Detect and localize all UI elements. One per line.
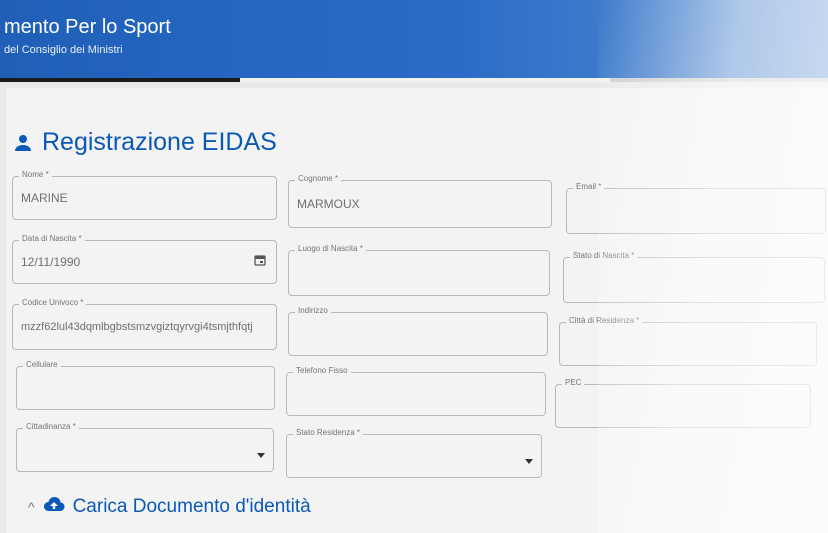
section-carica-documento[interactable]: ^ Carica Documento d'identità <box>28 496 311 518</box>
cognome-field[interactable]: Cognome * MARMOUX <box>288 174 552 228</box>
cittadinanza-label: Cittadinanza * <box>23 422 79 431</box>
email-field[interactable]: Email * <box>566 182 826 234</box>
cognome-value: MARMOUX <box>297 197 360 211</box>
cloud-upload-icon <box>43 496 65 518</box>
citta-residenza-label: Città di Residenza * <box>566 316 643 325</box>
stato-residenza-label: Stato Residenza * <box>293 428 364 437</box>
indirizzo-field[interactable]: Indirizzo <box>288 306 548 356</box>
nome-label: Nome * <box>19 170 52 179</box>
pec-field[interactable]: PEC <box>555 378 811 428</box>
section-title-text: Carica Documento d'identità <box>72 496 311 517</box>
stato-nascita-field[interactable]: Stato di Nascita * <box>563 251 825 303</box>
chevron-down-icon[interactable] <box>525 459 533 465</box>
page-title: Registrazione EIDAS <box>14 128 277 157</box>
data-nascita-field[interactable]: Data di Nascita * 12/11/1990 <box>12 234 277 284</box>
stato-nascita-label: Stato di Nascita * <box>570 251 638 260</box>
luogo-nascita-label: Luogo di Nascita * <box>295 244 366 253</box>
stato-residenza-select[interactable]: Stato Residenza * <box>286 428 542 478</box>
codice-univoco-value: mzzf62lul43dqmlbgbstsmzvgiztqyrvgi4tsmjt… <box>21 321 253 333</box>
codice-univoco-field[interactable]: Codice Univoco * mzzf62lul43dqmlbgbstsmz… <box>12 298 277 350</box>
cittadinanza-select[interactable]: Cittadinanza * <box>16 422 274 472</box>
indirizzo-label: Indirizzo <box>295 306 331 315</box>
nome-field[interactable]: Nome * MARINE <box>12 170 277 220</box>
citta-residenza-field[interactable]: Città di Residenza * <box>559 316 817 366</box>
progress-fill <box>0 78 240 82</box>
progress-bar <box>0 78 828 82</box>
cellulare-field[interactable]: Cellulare <box>16 360 275 410</box>
email-label: Email * <box>573 182 605 191</box>
codice-univoco-label: Codice Univoco * <box>19 298 87 307</box>
calendar-icon[interactable] <box>254 253 266 271</box>
telefono-fisso-field[interactable]: Telefono Fisso <box>286 366 546 416</box>
luogo-nascita-field[interactable]: Luogo di Nascita * <box>288 244 550 296</box>
app-header: mento Per lo Sport del Consiglio dei Min… <box>0 0 828 82</box>
pec-label: PEC <box>562 378 585 387</box>
app-subtitle: del Consiglio dei Ministri <box>4 44 123 56</box>
data-nascita-value: 12/11/1990 <box>21 255 81 269</box>
cellulare-label: Cellulare <box>23 360 61 369</box>
person-icon <box>14 134 32 152</box>
chevron-up-icon[interactable]: ^ <box>28 499 35 515</box>
data-nascita-label: Data di Nascita * <box>19 234 85 243</box>
chevron-down-icon[interactable] <box>257 453 265 459</box>
page-title-text: Registrazione EIDAS <box>42 128 277 156</box>
nome-value: MARINE <box>21 191 68 205</box>
app-title: mento Per lo Sport <box>4 16 171 38</box>
telefono-fisso-label: Telefono Fisso <box>293 366 351 375</box>
cognome-label: Cognome * <box>295 174 342 183</box>
progress-track <box>240 78 610 82</box>
